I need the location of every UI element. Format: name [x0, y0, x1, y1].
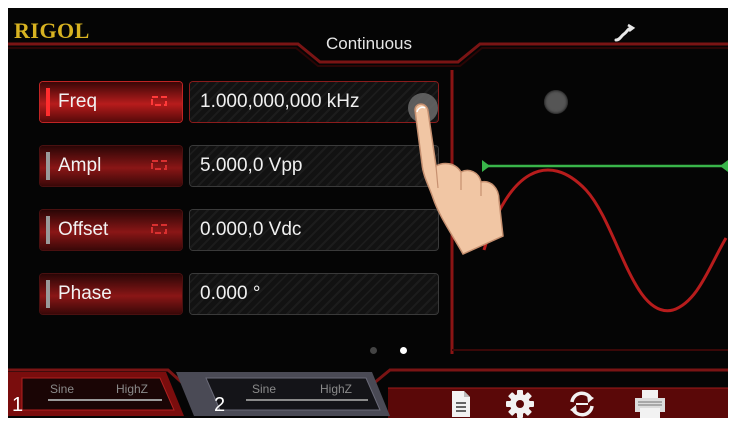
ampl-row: Ampl 5.000,0 Vpp: [40, 146, 440, 186]
channel-1-load: HighZ: [116, 382, 149, 396]
offset-link-icon: [151, 224, 167, 234]
channel-2-tab[interactable]: 2 Sine HighZ: [176, 370, 390, 416]
channel-2-frame: [176, 372, 390, 416]
offset-row: Offset 0.000,0 Vdc: [40, 210, 440, 250]
freq-value-field[interactable]: 1.000,000,000 kHz: [190, 82, 568, 122]
phase-button[interactable]: Phase: [40, 274, 182, 314]
gear-icon[interactable]: [504, 388, 536, 418]
channel-1-wave: Sine: [50, 382, 75, 396]
ampl-label: Ampl: [58, 155, 102, 176]
offset-indicator: [46, 216, 50, 244]
link-icon[interactable]: [612, 22, 636, 46]
ampl-value-field[interactable]: 5.000,0 Vpp: [190, 146, 438, 186]
channel-2-number: 2: [214, 394, 226, 416]
channel-1-frame: [8, 372, 184, 416]
printer-icon[interactable]: [632, 388, 668, 418]
ampl-link-icon: [151, 160, 167, 170]
generator-screen: RIGOL Continuous Freq 1.000,000,000 kHz …: [8, 8, 728, 418]
phase-row: Phase 0.000 °: [40, 274, 440, 314]
offset-value-field[interactable]: 0.000,0 Vdc: [190, 210, 438, 250]
channel-1-number: 1: [12, 394, 24, 416]
phase-value-field[interactable]: 0.000 °: [190, 274, 438, 314]
offset-label: Offset: [58, 219, 109, 240]
page-dot-active[interactable]: [400, 347, 407, 354]
phase-value: 0.000 °: [200, 283, 261, 304]
sync-icon[interactable]: [566, 388, 598, 418]
offset-value: 0.000,0 Vdc: [200, 219, 302, 240]
page-dot[interactable]: [370, 347, 377, 354]
channel-2-wave: Sine: [252, 382, 277, 396]
hand-illustration: [408, 93, 504, 255]
offset-button[interactable]: Offset: [40, 210, 182, 250]
document-icon[interactable]: [444, 388, 476, 418]
freq-indicator: [46, 88, 50, 116]
ampl-value: 5.000,0 Vpp: [200, 155, 303, 176]
channel-1-tab[interactable]: 1 Sine HighZ: [8, 370, 184, 416]
freq-row: Freq 1.000,000,000 kHz: [40, 82, 568, 122]
ampl-indicator: [46, 152, 50, 180]
brand-logo: RIGOL: [14, 18, 90, 43]
phase-indicator: [46, 280, 50, 308]
channel-2-load: HighZ: [320, 382, 353, 396]
phase-label: Phase: [58, 283, 112, 304]
freq-value: 1.000,000,000 kHz: [200, 91, 360, 112]
freq-link-icon: [151, 96, 167, 106]
freq-label: Freq: [58, 91, 98, 112]
cursor-right-marker: [720, 160, 728, 172]
mode-label[interactable]: Continuous: [326, 34, 412, 54]
ampl-button[interactable]: Ampl: [40, 146, 182, 186]
freq-button[interactable]: Freq: [40, 82, 182, 122]
